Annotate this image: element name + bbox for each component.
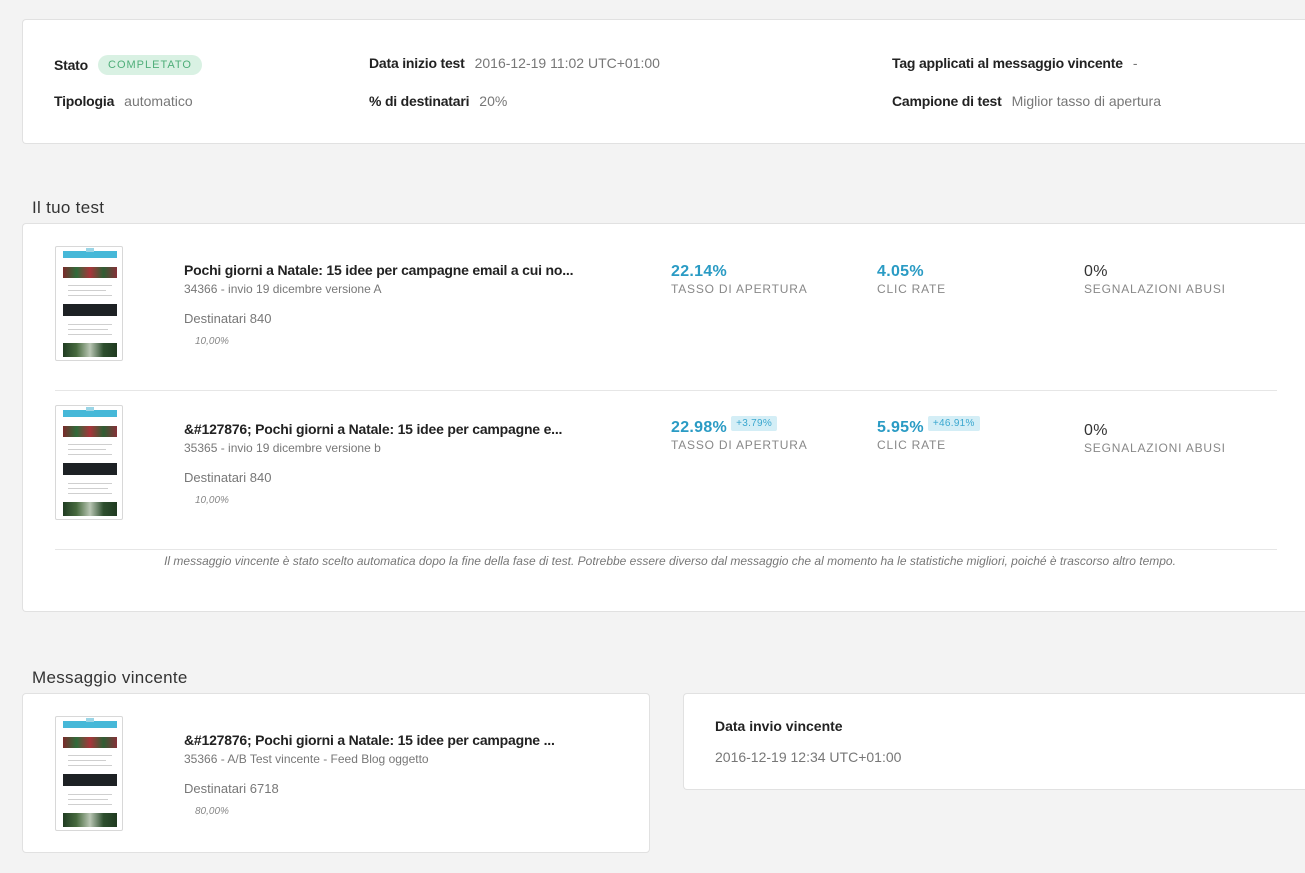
click-rate-value: 5.95% — [877, 419, 924, 436]
winner-send-date-card: Data invio vincente 2016-12-19 12:34 UTC… — [683, 693, 1305, 790]
open-rate-label: TASSO DI APERTURA — [671, 282, 808, 296]
divider — [55, 549, 1277, 550]
message-subtitle: 34366 - invio 19 dicembre versione A — [184, 282, 382, 296]
winner-section-title: Messaggio vincente — [32, 668, 188, 687]
test-summary-card: Stato COMPLETATO Tipologia automatico Da… — [22, 19, 1305, 144]
sample-row: Campione di test Miglior tasso di apertu… — [892, 93, 1161, 109]
divider — [55, 390, 1277, 391]
recipients-percent-row: % di destinatari 20% — [369, 93, 507, 109]
message-percent: 80,00% — [195, 806, 229, 817]
abuse-stat: 0% SEGNALAZIONI ABUSI — [1084, 263, 1226, 296]
abuse-value: 0% — [1084, 263, 1108, 280]
open-rate-value: 22.98% — [671, 419, 728, 436]
winner-selection-note: Il messaggio vincente è stato scelto aut… — [164, 554, 1176, 568]
message-subtitle: 35365 - invio 19 dicembre versione b — [184, 441, 381, 455]
message-recipients: Destinatari 6718 — [184, 781, 279, 796]
start-date-label: Data inizio test — [369, 55, 465, 71]
winner-send-date-label: Data invio vincente — [715, 718, 843, 734]
click-rate-stat: 4.05% CLIC RATE — [877, 263, 946, 296]
open-rate-stat: 22.98% +3.79% TASSO DI APERTURA — [671, 416, 808, 452]
open-rate-value: 22.14% — [671, 263, 728, 280]
status-row: Stato COMPLETATO — [54, 55, 202, 75]
message-title[interactable]: &#127876; Pochi giorni a Natale: 15 idee… — [184, 732, 555, 748]
email-thumbnail[interactable] — [55, 246, 123, 361]
test-section-title: Il tuo test — [32, 198, 105, 217]
start-date-value: 2016-12-19 11:02 UTC+01:00 — [474, 55, 660, 71]
type-value: automatico — [124, 93, 193, 109]
email-thumbnail[interactable] — [55, 405, 123, 520]
abuse-label: SEGNALAZIONI ABUSI — [1084, 441, 1226, 455]
click-rate-label: CLIC RATE — [877, 282, 946, 296]
click-rate-value: 4.05% — [877, 263, 924, 280]
start-date-row: Data inizio test 2016-12-19 11:02 UTC+01… — [369, 55, 660, 71]
click-rate-delta-badge: +46.91% — [927, 416, 980, 431]
email-thumbnail[interactable] — [55, 716, 123, 831]
test-results-card: Pochi giorni a Natale: 15 idee per campa… — [22, 223, 1305, 612]
sample-value: Miglior tasso di apertura — [1011, 93, 1161, 109]
abuse-value: 0% — [1084, 422, 1108, 439]
message-title[interactable]: Pochi giorni a Natale: 15 idee per campa… — [184, 262, 573, 278]
message-subtitle: 35366 - A/B Test vincente - Feed Blog og… — [184, 752, 429, 766]
tags-row: Tag applicati al messaggio vincente - — [892, 55, 1138, 71]
click-rate-stat: 5.95% +46.91% CLIC RATE — [877, 416, 980, 452]
message-percent: 10,00% — [195, 336, 229, 347]
sample-label: Campione di test — [892, 93, 1002, 109]
click-rate-label: CLIC RATE — [877, 438, 946, 452]
message-percent: 10,00% — [195, 495, 229, 506]
type-label: Tipologia — [54, 93, 115, 109]
message-recipients: Destinatari 840 — [184, 311, 272, 326]
open-rate-stat: 22.14% TASSO DI APERTURA — [671, 263, 808, 296]
winner-message-card: &#127876; Pochi giorni a Natale: 15 idee… — [22, 693, 650, 853]
status-badge: COMPLETATO — [98, 55, 202, 75]
abuse-stat: 0% SEGNALAZIONI ABUSI — [1084, 422, 1226, 455]
status-label: Stato — [54, 57, 89, 73]
type-row: Tipologia automatico — [54, 93, 193, 109]
open-rate-label: TASSO DI APERTURA — [671, 438, 808, 452]
recipients-percent-value: 20% — [479, 93, 508, 109]
tags-label: Tag applicati al messaggio vincente — [892, 55, 1123, 71]
open-rate-delta-badge: +3.79% — [731, 416, 778, 431]
abuse-label: SEGNALAZIONI ABUSI — [1084, 282, 1226, 296]
message-title[interactable]: &#127876; Pochi giorni a Natale: 15 idee… — [184, 421, 562, 437]
recipients-percent-label: % di destinatari — [369, 93, 470, 109]
message-recipients: Destinatari 840 — [184, 470, 272, 485]
winner-send-date-value: 2016-12-19 12:34 UTC+01:00 — [715, 749, 902, 765]
tags-value: - — [1132, 55, 1138, 71]
